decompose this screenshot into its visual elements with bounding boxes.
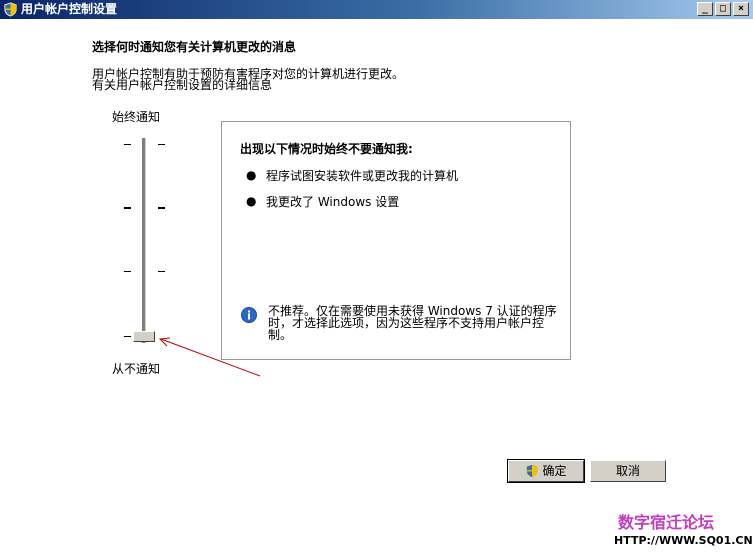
cancel-button[interactable]: 取消 xyxy=(590,460,666,482)
uac-shield-icon xyxy=(527,464,538,478)
watermark-url: HTTP://WWW.SQ01.CN xyxy=(614,534,753,547)
ok-button[interactable]: 确定 xyxy=(507,459,585,483)
ok-button-label: 确定 xyxy=(542,464,567,478)
watermark-text: 数字宿迁论坛 xyxy=(618,513,715,532)
